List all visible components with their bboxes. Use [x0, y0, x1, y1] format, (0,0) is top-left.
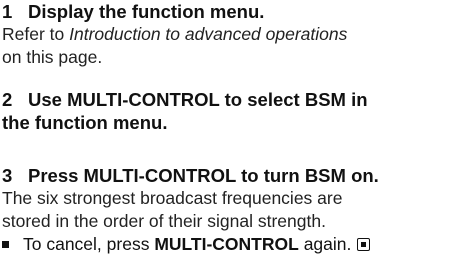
step-1: 1 Display the function menu. Refer to Int… [2, 0, 347, 69]
step-3-body-line1: The six strongest broadcast frequencies … [2, 188, 343, 208]
step-2-heading: 2 Use MULTI-CONTROL to select BSM in [2, 88, 368, 111]
step-2: 2 Use MULTI-CONTROL to select BSM in the … [2, 88, 368, 134]
step-3-title: Press MULTI-CONTROL to turn BSM on. [28, 165, 379, 186]
step-2-title-line2: the function menu. [2, 112, 168, 133]
bullet-icon [2, 241, 9, 248]
step-1-heading: 1 Display the function menu. [2, 0, 347, 23]
step-2-number: 2 [2, 89, 13, 110]
step-1-number: 1 [2, 1, 13, 22]
step-2-title-line1: Use MULTI-CONTROL to select BSM in [28, 89, 368, 110]
bullet-bold: MULTI-CONTROL [154, 234, 299, 254]
bullet-prefix: To cancel, press [23, 234, 155, 254]
end-of-section-icon [357, 238, 371, 251]
bullet-text: To cancel, press MULTI-CONTROL again. [23, 233, 351, 256]
step-3-body-line2: stored in the order of their signal stre… [2, 211, 326, 231]
step-3-heading: 3 Press MULTI-CONTROL to turn BSM on. [2, 164, 379, 187]
document-page: 1 Display the function menu. Refer to Int… [0, 0, 451, 280]
step-3: 3 Press MULTI-CONTROL to turn BSM on. The… [2, 164, 379, 256]
step-3-number: 3 [2, 165, 13, 186]
step-1-reference: Introduction to advanced operations [69, 24, 348, 44]
step-1-body-line2: on this page. [2, 47, 103, 67]
bullet-suffix: again. [298, 234, 352, 254]
step-1-body: Refer to Introduction to advanced operat… [2, 23, 347, 46]
step-1-body-prefix: Refer to [2, 24, 70, 44]
step-3-bullet: To cancel, press MULTI-CONTROL again. [2, 233, 379, 256]
step-1-title: Display the function menu. [28, 1, 265, 22]
